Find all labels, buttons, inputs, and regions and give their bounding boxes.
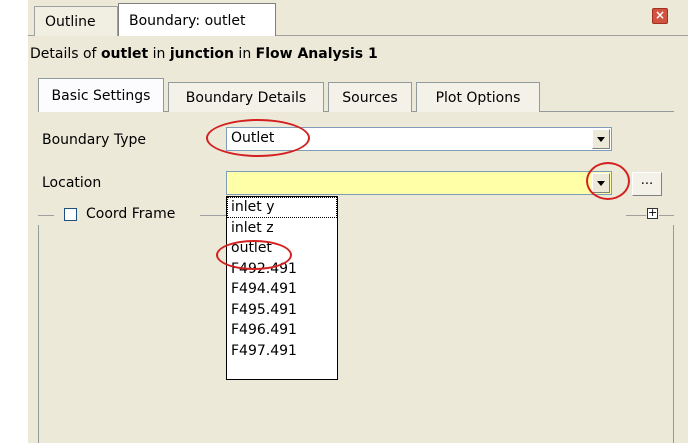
tab-boundary-details[interactable]: Boundary Details — [168, 82, 324, 112]
location-dropdown-button[interactable] — [592, 173, 610, 193]
boundary-type-dropdown-button[interactable] — [592, 129, 610, 149]
location-label: Location — [42, 175, 102, 191]
details-prefix: Details of — [30, 46, 101, 62]
location-option[interactable]: outlet — [227, 238, 337, 259]
details-domain: junction — [169, 46, 234, 62]
settings-body — [38, 225, 674, 443]
details-panel: Outline Boundary: outlet × Details of ou… — [28, 0, 688, 443]
coord-frame-checkbox[interactable] — [64, 208, 77, 221]
tab-plot-options[interactable]: Plot Options — [416, 82, 540, 112]
screenshot-frame: Outline Boundary: outlet × Details of ou… — [0, 0, 688, 443]
chevron-down-icon — [597, 181, 605, 186]
details-analysis: Flow Analysis 1 — [255, 46, 378, 62]
location-option[interactable]: F496.491 — [227, 320, 337, 341]
location-option[interactable]: F497.491 — [227, 341, 337, 362]
location-option[interactable]: F494.491 — [227, 279, 337, 300]
boundary-type-value: Outlet — [231, 130, 275, 146]
tab-boundary-outlet[interactable]: Boundary: outlet — [118, 3, 276, 36]
group-border-left — [38, 215, 54, 216]
details-mid2: in — [233, 46, 256, 62]
details-object: outlet — [100, 46, 149, 62]
group-border-end — [659, 215, 674, 216]
location-option[interactable]: inlet y — [227, 197, 337, 218]
location-option[interactable]: F495.491 — [227, 300, 337, 321]
location-browse-button[interactable]: ... — [632, 172, 662, 196]
details-mid1: in — [148, 46, 170, 62]
location-select[interactable] — [226, 171, 612, 195]
tab-outline[interactable]: Outline — [34, 6, 118, 36]
coord-frame-label: Coord Frame — [86, 206, 180, 222]
close-icon[interactable]: × — [652, 8, 668, 24]
group-border-right — [626, 215, 646, 216]
tab-sources[interactable]: Sources — [328, 82, 412, 112]
tab-basic-settings[interactable]: Basic Settings — [38, 78, 164, 112]
location-option[interactable]: inlet z — [227, 218, 337, 239]
chevron-down-icon — [597, 137, 605, 142]
expand-plus-icon[interactable]: + — [647, 207, 658, 219]
location-dropdown-list[interactable]: inlet y inlet z outlet F492.491 F494.491… — [226, 196, 338, 380]
details-heading: Details of outlet in junction in Flow An… — [30, 46, 378, 62]
boundary-type-select[interactable]: Outlet — [226, 127, 612, 151]
location-option[interactable]: F492.491 — [227, 259, 337, 280]
group-border-mid — [200, 215, 226, 216]
boundary-type-label: Boundary Type — [42, 132, 147, 148]
